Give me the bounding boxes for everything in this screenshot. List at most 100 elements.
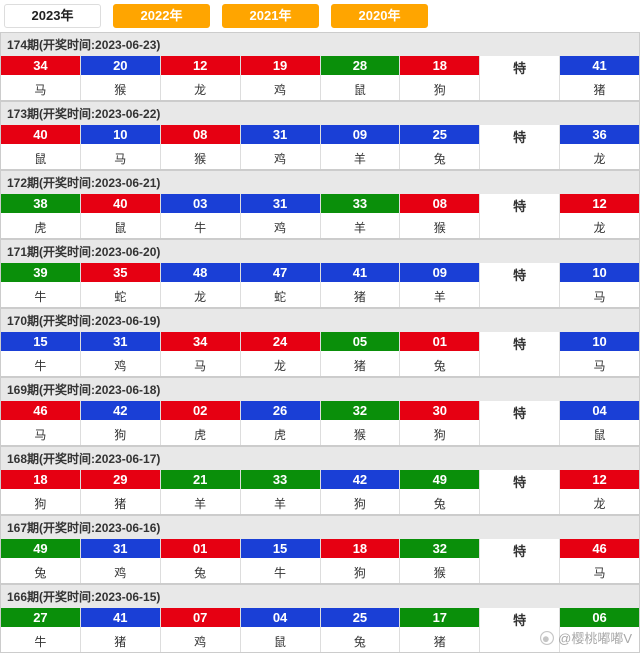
zodiac-cell xyxy=(480,79,560,100)
ball-cell: 06 xyxy=(560,608,639,631)
zodiac-cell: 虎 xyxy=(1,217,81,238)
zodiac-label: 狗 xyxy=(321,562,400,583)
ball-cell: 12 xyxy=(161,56,241,79)
zodiac-cell: 兔 xyxy=(400,493,480,514)
ball-number: 46 xyxy=(1,401,80,420)
zodiac-cell: 鸡 xyxy=(241,217,321,238)
zodiac-label: 牛 xyxy=(1,355,80,376)
ball-cell: 47 xyxy=(241,263,321,286)
zodiac-cell: 鸡 xyxy=(241,79,321,100)
ball-cell: 05 xyxy=(321,332,401,355)
ball-number: 02 xyxy=(161,401,240,420)
ball-number: 15 xyxy=(1,332,80,351)
ball-cell: 31 xyxy=(241,194,321,217)
zodiac-label: 牛 xyxy=(1,286,80,307)
zodiac-cell xyxy=(480,493,560,514)
ball-number: 05 xyxy=(321,332,400,351)
zodiac-label xyxy=(480,79,559,97)
ball-cell: 31 xyxy=(241,125,321,148)
zodiac-cell: 牛 xyxy=(161,217,241,238)
period-header: 168期(开奖时间:2023-06-17) xyxy=(1,447,639,470)
ball-cell: 25 xyxy=(321,608,401,631)
zodiac-cell: 狗 xyxy=(1,493,81,514)
period-header: 167期(开奖时间:2023-06-16) xyxy=(1,516,639,539)
ball-cell: 40 xyxy=(81,194,161,217)
ball-number: 27 xyxy=(1,608,80,627)
period-header: 171期(开奖时间:2023-06-20) xyxy=(1,240,639,263)
zodiac-label: 羊 xyxy=(400,286,479,307)
ball-cell: 49 xyxy=(400,470,480,493)
ball-cell: 27 xyxy=(1,608,81,631)
zodiac-cell: 马 xyxy=(1,424,81,445)
results-list: 174期(开奖时间:2023-06-23)342012192818特41马猴龙鸡… xyxy=(0,32,640,653)
zodiac-label: 狗 xyxy=(81,424,160,445)
ball-number: 33 xyxy=(321,194,400,213)
zodiac-cell: 狗 xyxy=(321,493,401,514)
zodiac-label: 龙 xyxy=(560,148,639,169)
tab-2021年[interactable]: 2021年 xyxy=(222,4,319,28)
zodiac-label: 鸡 xyxy=(161,631,240,652)
zodiac-cell: 猴 xyxy=(161,148,241,169)
zodiac-cell: 兔 xyxy=(400,355,480,376)
zodiac-label xyxy=(480,562,559,580)
zodiac-label xyxy=(480,217,559,235)
zodiac-label: 兔 xyxy=(161,562,240,583)
ball-number: 12 xyxy=(560,470,639,489)
zodiac-cell: 鼠 xyxy=(560,424,639,445)
zodiac-label: 鸡 xyxy=(241,148,320,169)
ball-number: 29 xyxy=(81,470,160,489)
ball-cell: 48 xyxy=(161,263,241,286)
tab-2023年[interactable]: 2023年 xyxy=(4,4,101,28)
zodiac-cell: 羊 xyxy=(321,217,401,238)
zodiac-label: 羊 xyxy=(241,493,320,514)
zodiac-cell: 龙 xyxy=(241,355,321,376)
ball-number: 47 xyxy=(241,263,320,282)
period-block: 174期(开奖时间:2023-06-23)342012192818特41马猴龙鸡… xyxy=(0,32,640,101)
ball-number: 42 xyxy=(81,401,160,420)
year-tabs: 2023年 2022年 2021年 2020年 xyxy=(0,0,640,32)
zodiac-cell: 马 xyxy=(560,286,639,307)
zodiac-label: 马 xyxy=(161,355,240,376)
zodiac-cell: 龙 xyxy=(560,493,639,514)
zodiac-cell: 羊 xyxy=(241,493,321,514)
zodiac-label: 猪 xyxy=(321,355,400,376)
zodiac-label: 鼠 xyxy=(560,424,639,445)
zodiac-label xyxy=(480,424,559,442)
ball-number: 06 xyxy=(560,608,639,627)
zodiac-label xyxy=(560,631,639,649)
ball-cell: 26 xyxy=(241,401,321,424)
zodiac-label: 狗 xyxy=(321,493,400,514)
zodiac-cell: 鼠 xyxy=(241,631,321,652)
zodiac-label xyxy=(480,493,559,511)
zodiac-cell: 鸡 xyxy=(81,355,161,376)
ball-cell: 17 xyxy=(400,608,480,631)
ball-cell: 18 xyxy=(321,539,401,562)
ball-number: 25 xyxy=(321,608,400,627)
zodiac-label: 蛇 xyxy=(241,286,320,307)
ball-cell: 33 xyxy=(241,470,321,493)
zodiac-cell: 龙 xyxy=(560,148,639,169)
ball-cell: 25 xyxy=(400,125,480,148)
zodiac-cell xyxy=(480,148,560,169)
ball-number: 10 xyxy=(81,125,160,144)
zodiac-cell: 蛇 xyxy=(81,286,161,307)
ball-cell: 07 xyxy=(161,608,241,631)
zodiac-label: 鸡 xyxy=(241,217,320,238)
zodiac-cell: 马 xyxy=(81,148,161,169)
tab-2022年[interactable]: 2022年 xyxy=(113,4,210,28)
ball-number: 07 xyxy=(161,608,240,627)
ball-number: 35 xyxy=(81,263,160,282)
zodiac-label: 兔 xyxy=(1,562,80,583)
tab-2020年[interactable]: 2020年 xyxy=(331,4,428,28)
zodiac-cell: 狗 xyxy=(400,79,480,100)
zodiac-label: 鸡 xyxy=(81,562,160,583)
period-block: 168期(开奖时间:2023-06-17)182921334249特12狗猪羊羊… xyxy=(0,446,640,515)
zodiac-cell: 猪 xyxy=(321,286,401,307)
zodiac-cell: 鼠 xyxy=(321,79,401,100)
zodiac-label: 狗 xyxy=(400,424,479,445)
ball-cell: 04 xyxy=(560,401,639,424)
ball-number: 09 xyxy=(321,125,400,144)
ball-cell: 40 xyxy=(1,125,81,148)
ball-number: 30 xyxy=(400,401,479,420)
zodiac-cell: 猴 xyxy=(400,562,480,583)
